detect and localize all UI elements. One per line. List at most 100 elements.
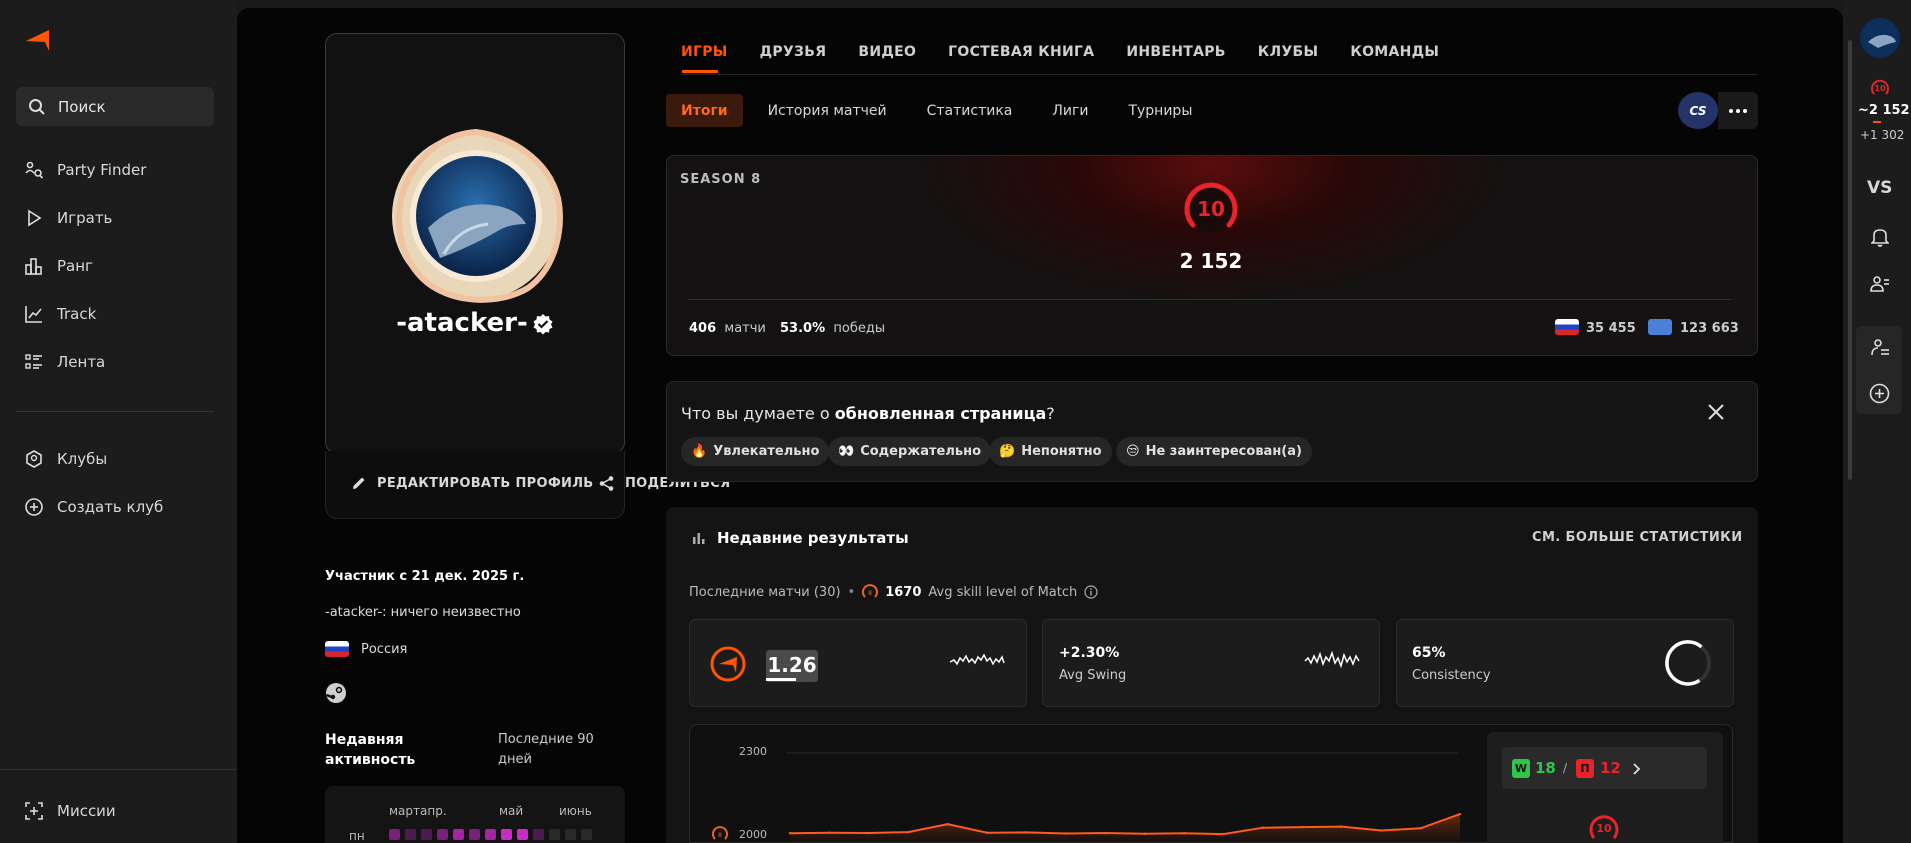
region-icon <box>1648 319 1672 335</box>
elo-point[interactable] <box>788 832 792 835</box>
activity-cell[interactable] <box>421 829 432 840</box>
chip-label: Непонятно <box>1021 444 1102 459</box>
profile-avatar[interactable] <box>388 128 564 304</box>
feedback-chip-confusing[interactable]: 🤔 Непонятно <box>989 437 1112 466</box>
member-since: Участник с 21 дек. 2025 г. <box>325 569 525 584</box>
sidebar-item-missions[interactable]: Миссии <box>16 793 214 829</box>
elo-point[interactable] <box>1261 826 1265 829</box>
elo-point[interactable] <box>1182 832 1186 835</box>
consistency-ring <box>1665 640 1711 686</box>
sidebar-item-track[interactable]: Track <box>16 296 214 332</box>
season-divider <box>688 299 1731 300</box>
skill-level-number: 10 <box>1197 197 1225 221</box>
win-loss-separator: / <box>1563 761 1568 775</box>
activity-cell[interactable] <box>453 829 464 840</box>
activity-cell[interactable] <box>437 829 448 840</box>
more-options-button[interactable] <box>1718 92 1758 129</box>
recent-results-title: Недавние результаты <box>717 529 909 547</box>
sidebar-item-feed[interactable]: Лента <box>16 344 214 380</box>
feedback-chip-exciting[interactable]: 🔥 Увлекательно <box>681 437 830 466</box>
win-badge: W <box>1512 759 1530 778</box>
sidebar-item-rank[interactable]: Ранг <box>16 248 214 284</box>
trend-chart-icon <box>25 306 42 323</box>
elo-point[interactable] <box>907 830 910 834</box>
feedback-chip-not-interested[interactable]: 😒 Не заинтересован(а) <box>1116 437 1312 466</box>
info-icon[interactable] <box>1084 585 1098 599</box>
activity-cell[interactable] <box>469 829 480 840</box>
activity-cell[interactable] <box>501 829 512 840</box>
subtab-overview[interactable]: Итоги <box>666 94 743 127</box>
rail-vs-button[interactable]: VS <box>1867 178 1892 198</box>
elo-point[interactable] <box>1419 827 1422 830</box>
search-button[interactable]: Поиск <box>16 87 214 126</box>
tab-teams[interactable]: КОМАНДЫ <box>1350 44 1439 60</box>
subtab-statistics[interactable]: Статистика <box>912 94 1028 127</box>
feedback-question-bold: обновленная страница <box>834 404 1047 423</box>
profile-country: Россия <box>325 641 407 657</box>
elo-point[interactable] <box>1340 825 1343 828</box>
activity-cell[interactable] <box>405 829 416 840</box>
tab-guestbook[interactable]: ГОСТЕВАЯ КНИГА <box>948 44 1094 60</box>
edit-profile-button[interactable]: РЕДАКТИРОВАТЬ ПРОФИЛЬ <box>351 475 594 491</box>
elo-point[interactable] <box>1064 832 1068 835</box>
rail-progress-bar <box>1873 121 1881 123</box>
activity-cell[interactable] <box>485 829 496 840</box>
elo-point[interactable] <box>867 831 870 835</box>
activity-cell[interactable] <box>549 829 560 840</box>
active-tab-underline <box>682 70 718 73</box>
tab-friends[interactable]: ДРУЗЬЯ <box>760 44 827 60</box>
tab-clubs[interactable]: КЛУБЫ <box>1258 44 1319 60</box>
sidebar-item-create-club[interactable]: Создать клуб <box>16 489 214 525</box>
activity-cell[interactable] <box>565 829 576 840</box>
tab-inventory[interactable]: ИНВЕНТАРЬ <box>1126 44 1225 60</box>
share-icon <box>599 476 614 491</box>
activity-cell[interactable] <box>581 829 592 840</box>
elo-point[interactable] <box>985 831 989 834</box>
friends-icon[interactable] <box>1870 274 1890 294</box>
tabs-divider <box>681 74 1757 75</box>
subtab-match-history[interactable]: История матчей <box>753 94 902 127</box>
elo-point[interactable] <box>1104 831 1107 835</box>
elo-point[interactable] <box>1301 825 1304 829</box>
activity-cell[interactable] <box>517 829 528 840</box>
svg-text:8: 8 <box>868 590 872 597</box>
tab-games[interactable]: ИГРЫ <box>681 44 728 60</box>
sidebar-item-party-finder[interactable]: Party Finder <box>16 152 214 188</box>
last-matches-label: Последние матчи (30) <box>689 584 841 600</box>
matches-stat: 406 матчи <box>689 321 766 336</box>
chevron-right-icon <box>1633 763 1641 775</box>
more-stats-link[interactable]: СМ. БОЛЬШЕ СТАТИСТИКИ <box>1532 530 1742 545</box>
main-scrollbar[interactable] <box>1848 40 1852 480</box>
steam-icon[interactable] <box>325 682 347 704</box>
feedback-chip-informative[interactable]: 👀 Содержательно <box>828 437 991 466</box>
eyes-emoji: 👀 <box>838 444 855 459</box>
subtab-leagues[interactable]: Лиги <box>1037 94 1103 127</box>
tab-videos[interactable]: ВИДЕО <box>858 44 916 60</box>
elo-point[interactable] <box>1143 832 1146 835</box>
game-selector-cs[interactable]: CS <box>1678 92 1718 129</box>
game-badge-label: CS <box>1689 103 1707 118</box>
winrate-stat: 53.0% победы <box>780 321 885 336</box>
party-finder-icon <box>25 161 44 179</box>
activity-cell[interactable] <box>389 829 400 840</box>
chip-label: Не заинтересован(а) <box>1145 444 1302 459</box>
elo-point[interactable] <box>1380 829 1383 832</box>
elo-point[interactable] <box>1222 832 1225 836</box>
elo-point[interactable] <box>1025 831 1028 834</box>
close-icon[interactable] <box>1707 403 1725 421</box>
activity-day-label: пн <box>349 829 365 843</box>
faceit-logo[interactable] <box>24 29 50 51</box>
sidebar-item-play[interactable]: Играть <box>16 200 214 236</box>
party-finder-icon[interactable] <box>1870 338 1890 358</box>
rail-avatar[interactable] <box>1860 18 1900 58</box>
elo-point[interactable] <box>946 822 949 826</box>
winrate-value: 53.0% <box>780 321 826 336</box>
subtab-tournaments[interactable]: Турниры <box>1113 94 1207 127</box>
plus-circle-icon[interactable] <box>1869 383 1890 404</box>
sidebar-item-clubs[interactable]: Клубы <box>16 441 214 477</box>
sidebar-item-label: Лента <box>57 353 106 371</box>
elo-point[interactable] <box>828 831 831 834</box>
bell-icon[interactable] <box>1871 227 1889 247</box>
activity-cell[interactable] <box>533 829 544 840</box>
elo-point[interactable] <box>1458 812 1462 816</box>
